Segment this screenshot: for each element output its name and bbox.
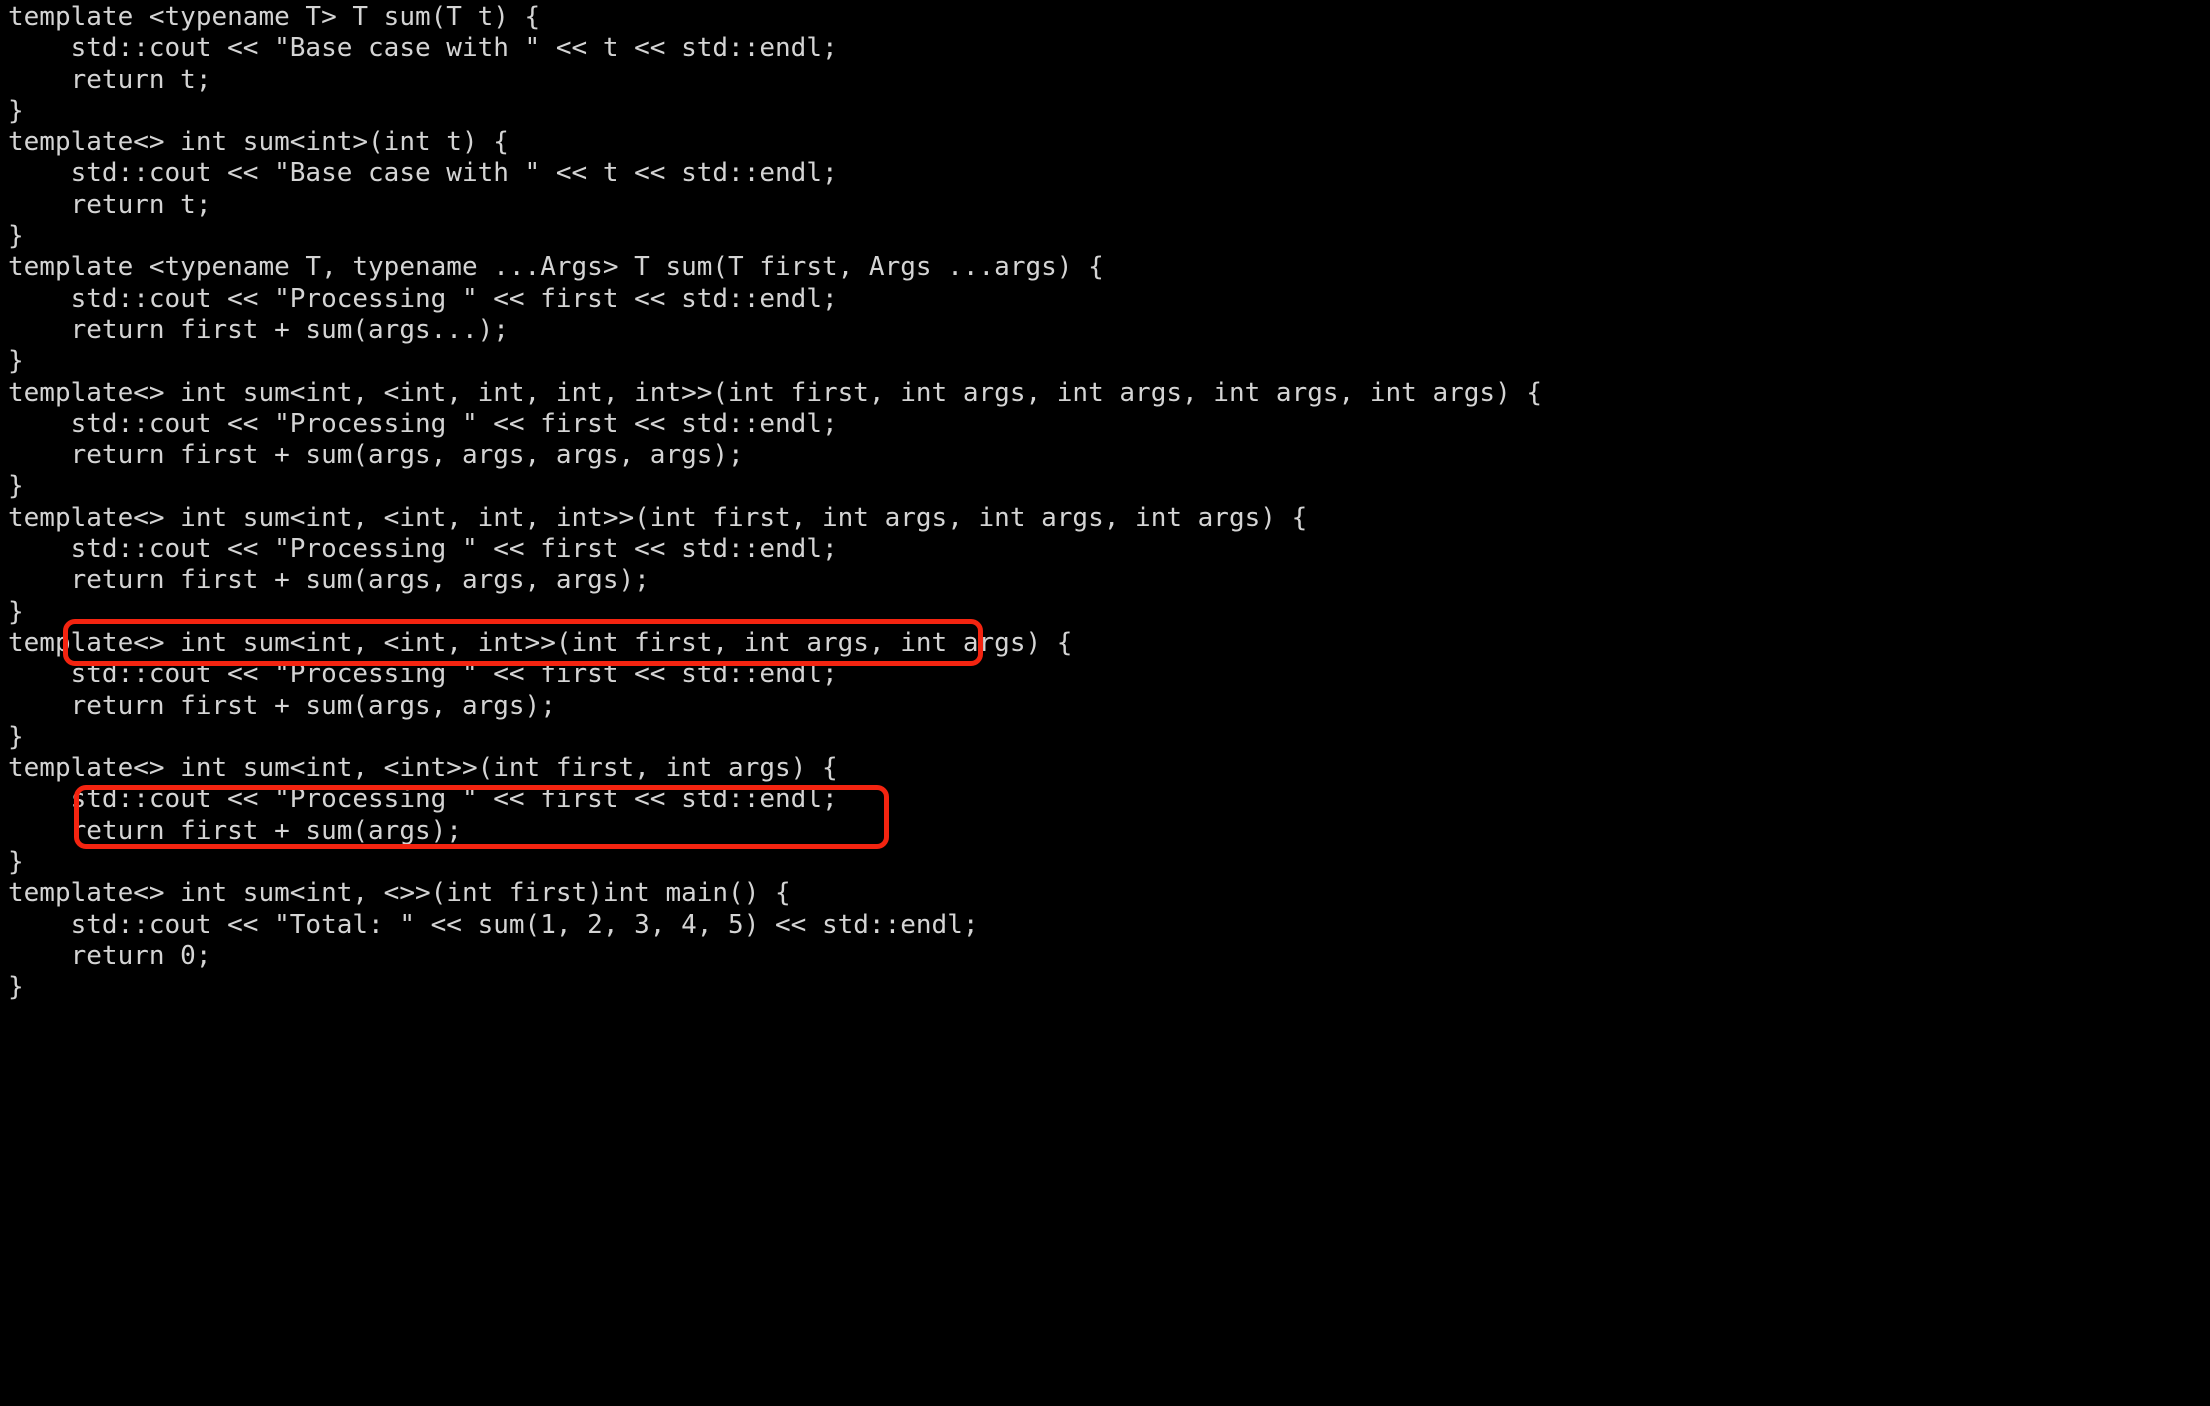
code-line: } [8, 346, 24, 377]
code-line: return 0; [8, 940, 212, 971]
code-line: } [8, 847, 24, 878]
code-line: return first + sum(args, args, args, arg… [8, 440, 744, 471]
code-line: std::cout << "Processing " << first << s… [8, 784, 838, 815]
code-line: } [8, 95, 24, 126]
code-line: return first + sum(args, args, args); [8, 565, 650, 596]
code-line: return first + sum(args); [8, 815, 462, 846]
code-block[interactable]: template <typename T> T sum(T t) { std::… [8, 2, 1542, 1004]
code-line: return t; [8, 189, 212, 220]
code-line: return t; [8, 64, 212, 95]
code-line: } [8, 471, 24, 502]
code-line: } [8, 221, 24, 252]
code-line: template<> int sum<int, <int>>(int first… [8, 753, 838, 784]
code-line: return first + sum(args...); [8, 314, 509, 345]
code-line: std::cout << "Processing " << first << s… [8, 408, 838, 439]
code-line: template<> int sum<int, <int, int>>(int … [8, 627, 1073, 658]
code-line: } [8, 972, 24, 1003]
code-line: template <typename T, typename ...Args> … [8, 252, 1104, 283]
code-line: std::cout << "Processing " << first << s… [8, 283, 838, 314]
code-line: template <typename T> T sum(T t) { [8, 2, 541, 32]
code-line: } [8, 721, 24, 752]
code-line: template<> int sum<int, <int, int, int>>… [8, 502, 1308, 533]
code-line: std::cout << "Processing " << first << s… [8, 534, 838, 565]
code-line: template<> int sum<int, <int, int, int, … [8, 377, 1543, 408]
code-line: std::cout << "Base case with " << t << s… [8, 158, 838, 189]
code-line: template<> int sum<int, <>>(int first)in… [8, 878, 791, 909]
code-line: std::cout << "Total: " << sum(1, 2, 3, 4… [8, 909, 979, 940]
code-viewer-surface: template <typename T> T sum(T t) { std::… [0, 0, 2210, 1406]
code-line: template<> int sum<int>(int t) { [8, 127, 509, 158]
code-line: std::cout << "Processing " << first << s… [8, 659, 838, 690]
code-line: } [8, 596, 24, 627]
code-line: std::cout << "Base case with " << t << s… [8, 33, 838, 64]
code-line: return first + sum(args, args); [8, 690, 556, 721]
